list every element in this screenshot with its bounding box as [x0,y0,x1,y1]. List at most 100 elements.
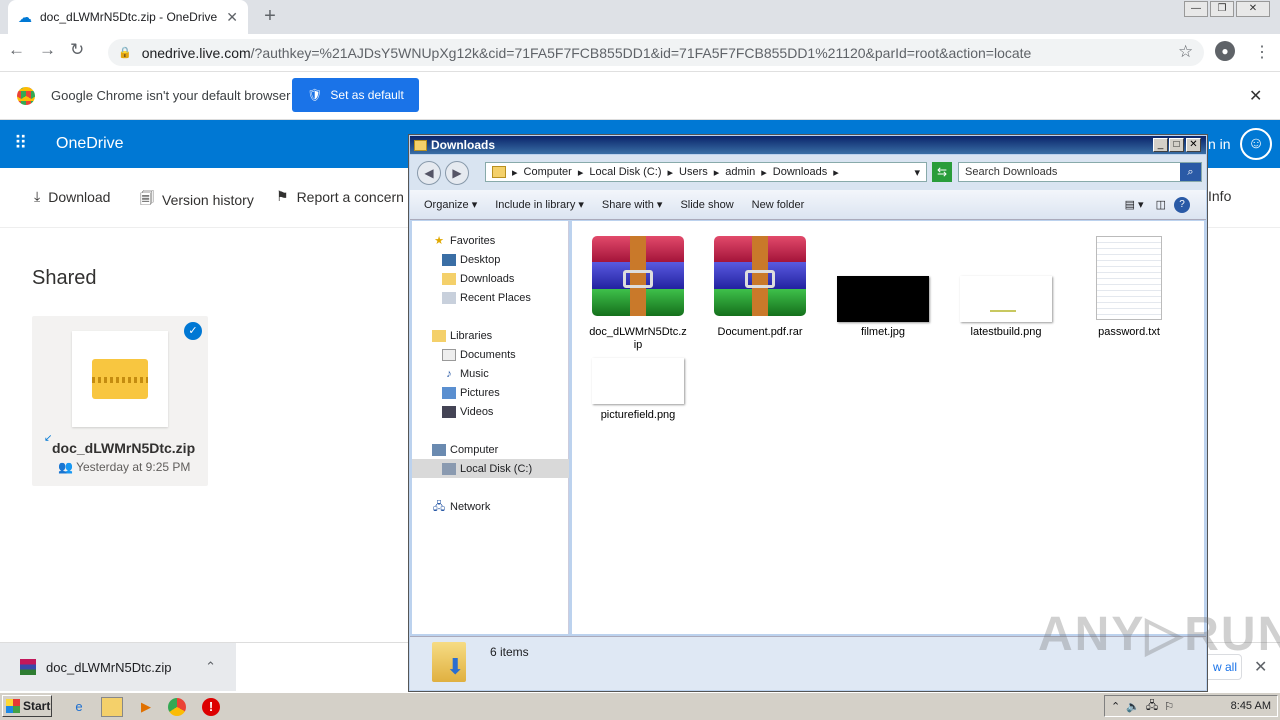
help-icon[interactable]: ? [1174,196,1190,213]
slide-show-button[interactable]: Slide show [671,199,742,211]
include-library-menu[interactable]: Include in library ▾ [486,198,593,211]
set-as-default-button[interactable]: 🛡 Set as default [292,78,419,112]
explorer-back-icon[interactable]: ◀ [417,161,441,185]
file-item[interactable]: picturefield.png [588,358,688,422]
crumb-downloads[interactable]: Downloads [773,166,827,178]
back-icon[interactable]: ← [8,40,25,60]
refresh-icon[interactable]: ⇆ [932,162,952,182]
minimize-button[interactable]: — [1184,1,1208,17]
close-tab-icon[interactable]: ✕ [226,9,238,26]
nav-favorites[interactable]: ★ Favorites [432,231,568,250]
sign-in-link[interactable]: n in [1208,136,1231,152]
set-as-default-label: Set as default [330,88,404,102]
download-button[interactable]: ⤓ Download [34,188,110,205]
selected-check-icon[interactable]: ✓ [184,322,202,340]
computer-icon [492,166,506,178]
crumb-sep: ▸ [833,166,839,179]
file-item[interactable]: password.txt [1079,236,1179,339]
start-button[interactable]: Start [2,695,52,717]
crumb-users[interactable]: Users [679,166,708,178]
forward-icon[interactable]: → [39,40,56,60]
chrome-taskbar-icon[interactable] [168,698,186,716]
address-dropdown-icon[interactable]: ▾ [914,166,920,179]
nav-local-disk[interactable]: Local Disk (C:) [412,459,569,478]
new-tab-button[interactable]: + [258,4,282,28]
tray-expand-icon[interactable]: ⌃ [1111,700,1120,713]
zip-zipper [92,377,148,383]
nav-downloads-label: Downloads [460,272,515,285]
nav-computer[interactable]: Computer [432,440,568,459]
report-concern-button[interactable]: ⚑ Report a concern [276,188,404,205]
menu-icon[interactable]: ⋮ [1254,42,1270,62]
nav-music-label: Music [460,367,489,380]
organize-menu[interactable]: Organize ▾ [410,198,486,211]
nav-network[interactable]: 🖧 Network [432,497,568,516]
crumb-local-disk[interactable]: Local Disk (C:) [589,166,661,178]
explorer-taskbar-icon[interactable] [101,697,123,717]
pictures-icon [442,386,456,399]
crumb-sep: ▸ [667,166,674,179]
videos-icon [442,405,456,418]
nav-documents[interactable]: Documents [432,345,568,364]
explorer-title-bar[interactable]: Downloads [410,136,1206,154]
reload-icon[interactable]: ↻ [70,40,84,60]
app-launcher-icon[interactable]: ⠿ [14,133,28,154]
nav-videos[interactable]: Videos [432,402,568,421]
file-item[interactable]: Document.pdf.rar [710,236,810,339]
file-item[interactable]: doc_dLWMrN5Dtc.zip [588,236,688,352]
nav-downloads[interactable]: Downloads [432,269,568,288]
nav-videos-label: Videos [460,405,494,418]
clock[interactable]: 8:45 AM [1231,700,1271,712]
new-folder-button[interactable]: New folder [743,199,814,211]
download-item[interactable]: doc_dLWMrN5Dtc.zip ⌃ [0,643,236,691]
nav-recent-places[interactable]: Recent Places [432,288,568,307]
explorer-maximize-button[interactable]: □ [1169,138,1184,152]
tile-file-name[interactable]: doc_dLWMrN5Dtc.zip [52,440,195,456]
nav-buttons: ← → ↻ [8,40,84,60]
browser-tab[interactable]: ☁ doc_dLWMrN5Dtc.zip - OneDrive ✕ [8,0,248,34]
download-label: Download [48,188,111,205]
flag-tray-icon[interactable]: ⚐ [1164,700,1174,713]
onedrive-brand[interactable]: OneDrive [56,135,124,153]
nav-music[interactable]: ♪ Music [432,364,568,383]
ie-icon[interactable]: e [68,697,90,717]
media-player-icon[interactable]: ▶ [135,697,157,717]
star-icon[interactable]: ☆ [1178,42,1193,62]
search-input[interactable]: Search Downloads [958,162,1202,182]
view-options-icon[interactable]: ▤ ▾ [1125,198,1148,211]
nav-libraries[interactable]: Libraries [432,326,568,345]
file-item[interactable]: filmet.jpg [833,236,933,339]
restore-button[interactable]: ❐ [1210,1,1234,17]
address-bar[interactable]: 🔒 onedrive.live.com/?authkey=%21AJDsY5WN… [108,39,1204,66]
user-icon[interactable]: ☺ [1240,128,1272,160]
profile-icon[interactable]: ● [1215,41,1235,61]
image-thumbnail [837,276,929,322]
network-tray-icon[interactable]: 🖧 [1146,697,1158,716]
chevron-up-icon[interactable]: ⌃ [205,659,216,675]
explorer-close-button[interactable]: ✕ [1186,138,1201,152]
share-with-menu[interactable]: Share with ▾ [593,198,672,211]
crumb-computer[interactable]: Computer [524,166,572,178]
version-history-button[interactable]: 🗐 Version history [140,188,254,212]
preview-pane-icon[interactable]: ◫ [1148,198,1174,211]
nav-pictures[interactable]: Pictures [432,383,568,402]
volume-icon[interactable]: 🔈 [1126,700,1140,713]
info-button[interactable]: Info [1208,188,1231,204]
close-infobar-icon[interactable]: ✕ [1249,86,1262,106]
close-window-button[interactable]: ✕ [1236,1,1270,17]
image-thumbnail [592,358,684,404]
nav-desktop[interactable]: Desktop [432,250,568,269]
documents-icon [442,348,456,361]
explorer-forward-icon[interactable]: ▶ [445,161,469,185]
chrome-icon [17,87,35,105]
file-name: picturefield.png [600,409,676,421]
breadcrumb[interactable]: ▸ Computer ▸ Local Disk (C:) ▸ Users ▸ admi… [485,162,927,182]
lock-icon: 🔒 [118,47,132,59]
crumb-admin[interactable]: admin [725,166,755,178]
explorer-minimize-button[interactable]: _ [1153,138,1168,152]
search-icon[interactable]: ⌕ [1180,163,1201,181]
file-name: filmet.jpg [860,326,906,338]
report-concern-label: Report a concern [296,188,404,205]
file-item[interactable]: latestbuild.png [956,236,1056,339]
alert-icon[interactable]: ! [202,698,220,716]
